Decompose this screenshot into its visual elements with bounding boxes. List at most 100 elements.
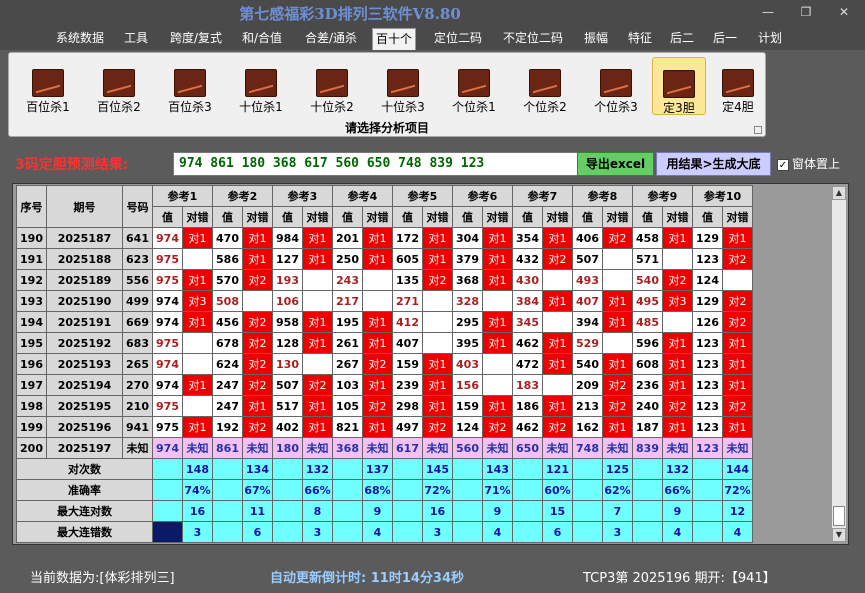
ref-result: 对1 [542,290,573,312]
ref-result: 对2 [602,227,633,249]
ribbon-button-4[interactable]: 十位杀2 [301,57,363,115]
menu-item-10[interactable]: 后二 [667,28,697,50]
menu-item-9[interactable]: 特征 [622,28,658,50]
header-ref: 参考6 [452,185,513,207]
ref-value: 379 [452,248,483,270]
ref-result [662,248,693,270]
ref-result: 对1 [602,290,633,312]
ref-result: 对2 [242,416,273,438]
header-ref: 参考2 [212,185,273,207]
ribbon-button-5[interactable]: 十位杀3 [372,57,434,115]
menu-item-8[interactable]: 振幅 [578,28,614,50]
menu-item-7[interactable]: 不定位二码 [497,28,569,50]
ribbon-button-7[interactable]: 个位杀2 [514,57,576,115]
row-issue: 2025190 [46,290,123,312]
prediction-result-field[interactable]: 974 861 180 368 617 560 650 748 839 123 [173,152,585,176]
ref-result: 对1 [182,269,213,291]
stats-value: 125 [602,458,633,480]
menu-item-1[interactable]: 工具 [120,28,152,50]
prediction-row: 200 2025197 未知 974 未知 861 未知 180 未知 368 未知 617 未知 560… [16,437,753,459]
ref-result: 对1 [182,374,213,396]
ribbon-button-0[interactable]: 百位杀1 [17,57,79,115]
analysis-table: 序号 期号 号码 参考1 参考2 参考3 参考4 参考5 参考6 参考7 参考8 参考9 参考10 值对错… [16,185,753,543]
menu-item-5[interactable]: 百十个 [372,28,416,50]
stats-spacer [512,521,543,543]
ref-value: 974 [152,311,183,333]
ribbon-button-1[interactable]: 百位杀2 [88,57,150,115]
vertical-scrollbar[interactable]: ▲ ▼ [831,186,846,542]
predict-value: 123 [692,437,723,459]
menu-item-3[interactable]: 和/合值 [238,28,286,50]
ribbon-button-8[interactable]: 个位杀3 [585,57,647,115]
scroll-up-icon[interactable]: ▲ [832,186,846,200]
ref-value: 495 [632,290,663,312]
stats-spacer [572,521,603,543]
ref-result: 对1 [242,227,273,249]
stats-spacer [272,479,303,501]
menu-item-11[interactable]: 后一 [710,28,740,50]
predict-result: 未知 [662,437,693,459]
row-seq: 193 [16,290,47,312]
ref-value: 156 [452,374,483,396]
stats-value: 16 [182,500,213,522]
header-ref: 参考4 [332,185,393,207]
header-value: 值 [212,206,243,228]
row-code: 265 [122,353,153,375]
header-result: 对错 [302,206,333,228]
window-topmost-toggle[interactable]: ✓ 窗体置上 [777,155,840,172]
stats-label: 最大连错数 [16,521,153,543]
ref-result: 对1 [662,332,693,354]
ref-value: 239 [392,374,423,396]
stats-spacer [452,479,483,501]
ribbon-button-10[interactable]: 定4胆 [711,57,765,115]
scroll-thumb[interactable] [833,506,845,526]
generate-base-button[interactable]: 用结果>生成大底 [656,152,771,176]
chart-icon [529,69,561,97]
ref-value: 186 [512,395,543,417]
ref-result [362,269,393,291]
ref-result: 对1 [722,416,753,438]
header-result: 对错 [182,206,213,228]
menu-item-6[interactable]: 定位二码 [428,28,488,50]
header-value: 值 [692,206,723,228]
ref-value: 517 [272,395,303,417]
ref-value: 129 [692,227,723,249]
ref-result: 对3 [182,290,213,312]
header-ref: 参考3 [272,185,333,207]
stats-spacer [512,458,543,480]
stats-value: 60% [542,479,573,501]
stats-value: 67% [242,479,273,501]
row-code: 641 [122,227,153,249]
close-button[interactable]: ✕ [834,4,854,20]
header-value: 值 [452,206,483,228]
menu-item-2[interactable]: 跨度/复式 [165,28,227,50]
restore-button[interactable]: ❐ [796,4,816,20]
ribbon-button-3[interactable]: 十位杀1 [230,57,292,115]
ref-result: 对2 [722,290,753,312]
ref-value: 508 [212,290,243,312]
menu-item-12[interactable]: 计划 [755,28,785,50]
analysis-grid: 序号 期号 号码 参考1 参考2 参考3 参考4 参考5 参考6 参考7 参考8 参考9 参考10 值对错… [12,183,849,545]
ribbon-button-6[interactable]: 个位杀1 [443,57,505,115]
ribbon-button-2[interactable]: 百位杀3 [159,57,221,115]
export-excel-button[interactable]: 导出excel [577,152,654,176]
stats-value: 9 [662,500,693,522]
ref-result: 对1 [482,248,513,270]
topmost-checkbox[interactable]: ✓ [777,158,789,171]
ref-result [602,332,633,354]
scroll-down-icon[interactable]: ▼ [832,528,846,542]
menu-item-4[interactable]: 合差/通杀 [300,28,362,50]
table-row: 194 2025191 669 974 对1 456 对2 958 对1 195 对1 412 295 对… [16,311,753,333]
menu-item-0[interactable]: 系统数据 [52,28,108,50]
ribbon-button-9[interactable]: 定3胆 [652,57,706,115]
predict-value: 839 [632,437,663,459]
header-result: 对错 [602,206,633,228]
ref-value: 974 [152,374,183,396]
ribbon-launcher-icon[interactable] [754,126,762,134]
ref-value: 485 [632,311,663,333]
ribbon-button-label: 百位杀1 [26,100,70,114]
ref-value: 193 [272,269,303,291]
minimize-button[interactable]: — [758,4,778,20]
ref-result [482,374,513,396]
ref-result: 对1 [722,353,753,375]
